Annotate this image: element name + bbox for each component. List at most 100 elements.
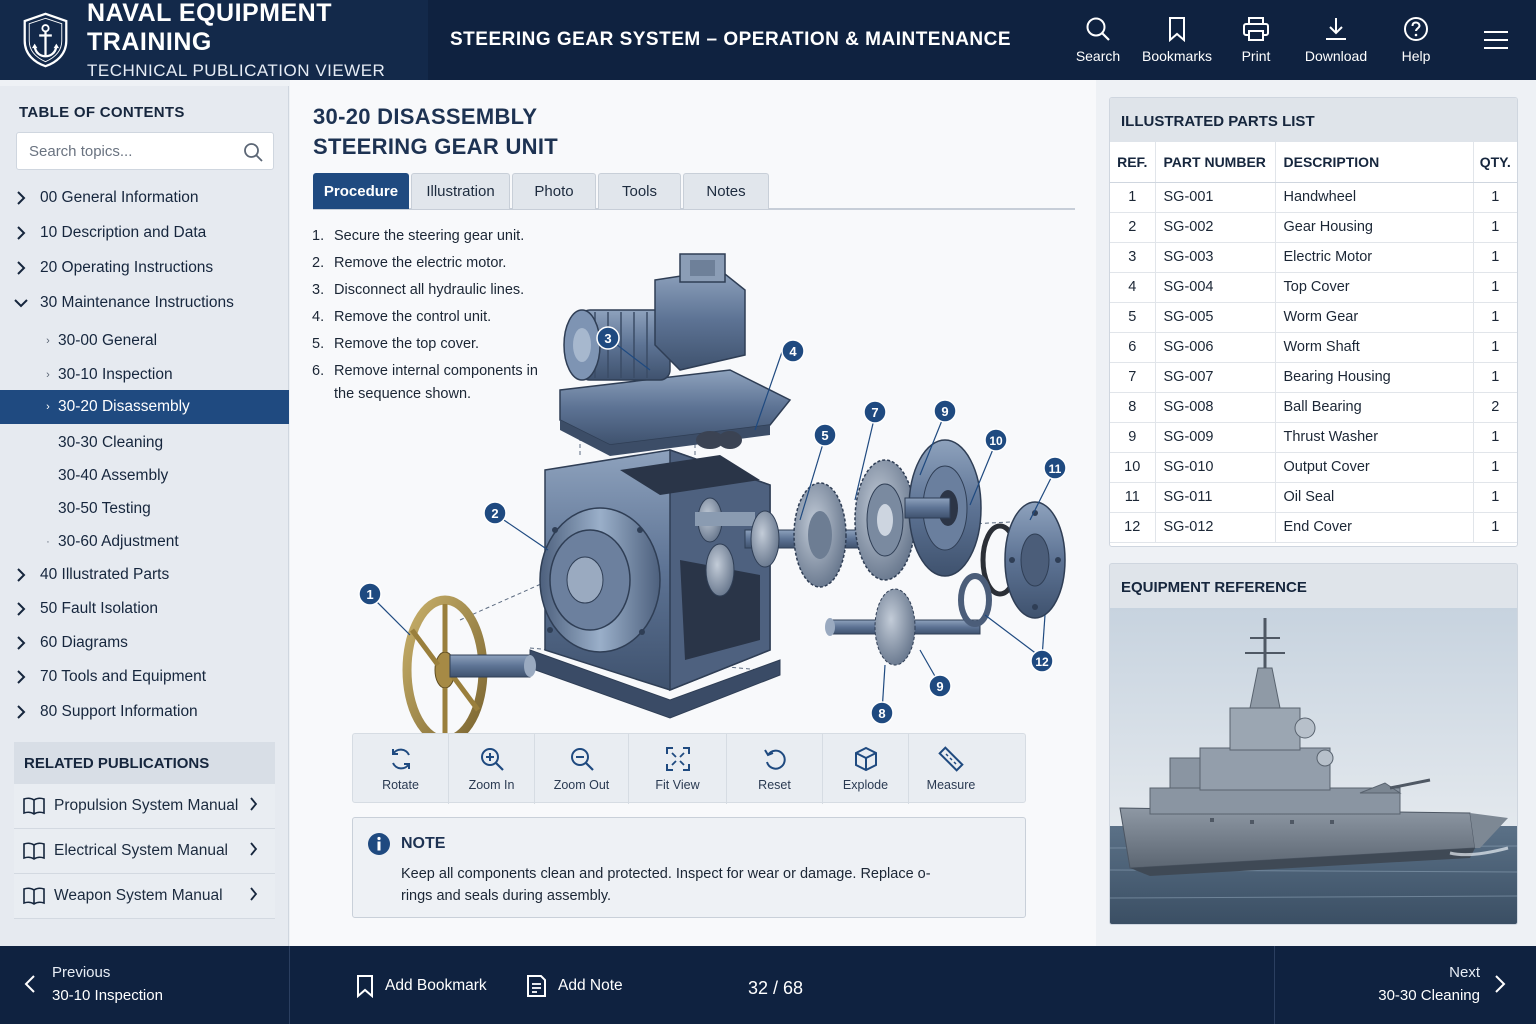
toc-item-tools-and-equipment[interactable]: 70 Tools and Equipment <box>0 660 289 694</box>
callout-5[interactable]: 5 <box>813 423 837 447</box>
chevron-right-icon <box>17 191 26 205</box>
print-button-label: Print <box>1241 48 1271 64</box>
reset-icon <box>763 749 786 770</box>
toc-item-description-and-data[interactable]: 10 Description and Data <box>0 216 289 250</box>
illustrated-parts-list: ILLUSTRATED PARTS LIST REF. PART NUMBER … <box>1109 97 1518 547</box>
table-row[interactable]: 4 SG-004 Top Cover 1 <box>1110 272 1517 303</box>
table-row[interactable]: 8 SG-008 Ball Bearing 2 <box>1110 392 1517 423</box>
explode-button[interactable]: Explode <box>823 734 909 804</box>
toc-subitem-30-20-active[interactable]: › 30-20 Disassembly <box>0 390 289 424</box>
add-note-button[interactable]: Add Note <box>524 974 623 998</box>
next-page-button[interactable]: Next 30-30 Cleaning <box>1378 964 1506 1004</box>
chevron-right-icon <box>17 602 26 616</box>
callout-2[interactable]: 2 <box>483 501 507 525</box>
toc-subitem-label: 30-50 Testing <box>58 500 151 517</box>
table-row[interactable]: 9 SG-009 Thrust Washer 1 <box>1110 422 1517 453</box>
toc-item-fault-isolation[interactable]: 50 Fault Isolation <box>0 592 289 626</box>
callout-4[interactable]: 4 <box>781 339 805 363</box>
callout-10[interactable]: 10 <box>984 428 1008 452</box>
table-row[interactable]: 7 SG-007 Bearing Housing 1 <box>1110 362 1517 393</box>
related-item-propulsion[interactable]: Propulsion System Manual <box>14 784 275 829</box>
tab-photo[interactable]: Photo <box>512 173 596 209</box>
related-item-weapon[interactable]: Weapon System Manual <box>14 874 275 919</box>
book-icon <box>23 887 45 905</box>
tab-notes[interactable]: Notes <box>683 173 769 209</box>
table-row[interactable]: 3 SG-003 Electric Motor 1 <box>1110 242 1517 273</box>
toc-subitem-30-10[interactable]: › 30-10 Inspection <box>0 358 289 392</box>
callout-3[interactable]: 3 <box>596 326 620 350</box>
toc-item-general-information[interactable]: 00 General Information <box>0 181 289 215</box>
bearing-housing-part <box>904 439 982 577</box>
viewer-toolbar: Rotate Zoom In Zoom Out Fit View Reset E… <box>352 733 1026 804</box>
related-publications-heading: RELATED PUBLICATIONS <box>14 742 275 784</box>
related-item-label: Electrical System Manual <box>54 842 229 859</box>
previous-label: Previous <box>52 964 111 981</box>
reset-button[interactable]: Reset <box>727 734 823 804</box>
footer-divider <box>289 946 290 1024</box>
measure-button[interactable]: Measure <box>909 734 993 804</box>
svg-text:5: 5 <box>821 428 828 443</box>
toc-subitem-30-60[interactable]: · 30-60 Adjustment <box>0 525 289 559</box>
toc-search-input[interactable] <box>17 133 227 169</box>
callout-12[interactable]: 12 <box>1030 649 1054 673</box>
toc-subitem-30-50[interactable]: 30-50 Testing <box>0 492 289 526</box>
toc-item-operating-instructions[interactable]: 20 Operating Instructions <box>0 251 289 285</box>
bookmarks-button-label: Bookmarks <box>1141 48 1213 64</box>
add-bookmark-button[interactable]: Add Bookmark <box>355 974 487 998</box>
bullet-icon: › <box>46 369 50 381</box>
search-button[interactable]: Search <box>1058 16 1138 64</box>
warship-photo[interactable] <box>1110 608 1518 925</box>
help-icon <box>1404 17 1428 41</box>
menu-button[interactable] <box>1456 29 1536 51</box>
svg-text:10: 10 <box>989 434 1003 448</box>
callout-8[interactable]: 8 <box>870 701 894 725</box>
toc-item-support-information[interactable]: 80 Support Information <box>0 695 289 729</box>
callout-9-upper[interactable]: 9 <box>933 399 957 423</box>
chevron-right-small-icon: › <box>46 401 50 413</box>
chevron-right-icon <box>250 886 258 901</box>
toc-subitem-30-30[interactable]: 30-30 Cleaning <box>0 426 289 460</box>
toc-subitem-30-00[interactable]: › 30-00 General <box>0 324 289 358</box>
table-row[interactable]: 10 SG-010 Output Cover 1 <box>1110 452 1517 483</box>
col-description: DESCRIPTION <box>1275 142 1474 183</box>
table-row[interactable]: 12 SG-012 End Cover 1 <box>1110 512 1517 543</box>
callout-7[interactable]: 7 <box>863 400 887 424</box>
table-row[interactable]: 1 SG-001 Handwheel 1 <box>1110 182 1517 213</box>
table-row[interactable]: 6 SG-006 Worm Shaft 1 <box>1110 332 1517 363</box>
toc-subitem-label: 30-30 Cleaning <box>58 434 164 451</box>
table-row[interactable]: 11 SG-011 Oil Seal 1 <box>1110 482 1517 513</box>
chevron-right-icon <box>1495 975 1506 993</box>
previous-page-button[interactable]: Previous 30-10 Inspection <box>24 964 163 1004</box>
toc-item-diagrams[interactable]: 60 Diagrams <box>0 626 289 660</box>
rotate-button[interactable]: Rotate <box>353 734 449 804</box>
help-button[interactable]: Help <box>1376 16 1456 64</box>
tab-procedure[interactable]: Procedure <box>313 173 409 209</box>
callout-1[interactable]: 1 <box>358 582 382 606</box>
callout-11[interactable]: 11 <box>1043 456 1067 480</box>
zoom-in-button[interactable]: Zoom In <box>449 734 535 804</box>
toc-item-maintenance-instructions[interactable]: 30 Maintenance Instructions <box>0 286 289 320</box>
explode-label: Explode <box>842 778 889 792</box>
toc-subitem-30-40[interactable]: 30-40 Assembly <box>0 459 289 493</box>
reset-label: Reset <box>758 778 791 792</box>
related-item-label: Propulsion System Manual <box>54 797 239 814</box>
callout-9-lower[interactable]: 9 <box>928 674 952 698</box>
fit-view-button[interactable]: Fit View <box>629 734 727 804</box>
fit-view-icon <box>665 747 690 771</box>
print-button[interactable]: Print <box>1216 16 1296 64</box>
exploded-view-illustration[interactable]: 1 2 3 4 5 7 9 10 11 12 9 8 <box>350 230 1090 770</box>
search-icon[interactable] <box>243 142 263 162</box>
bookmarks-button[interactable]: Bookmarks <box>1138 16 1216 64</box>
section-title: 30-20 DISASSEMBLY STEERING GEAR UNIT <box>313 102 558 162</box>
chevron-right-icon <box>17 705 26 719</box>
tab-tools[interactable]: Tools <box>598 173 681 209</box>
col-qty: QTY. <box>1473 142 1517 183</box>
download-button[interactable]: Download <box>1296 16 1376 64</box>
table-row[interactable]: 5 SG-005 Worm Gear 1 <box>1110 302 1517 333</box>
tab-illustration[interactable]: Illustration <box>411 173 510 209</box>
related-item-electrical[interactable]: Electrical System Manual <box>14 829 275 874</box>
table-row[interactable]: 2 SG-002 Gear Housing 1 <box>1110 212 1517 243</box>
toc-item-illustrated-parts[interactable]: 40 Illustrated Parts <box>0 558 289 592</box>
zoom-out-button[interactable]: Zoom Out <box>535 734 629 804</box>
toc-heading: TABLE OF CONTENTS <box>19 104 185 121</box>
